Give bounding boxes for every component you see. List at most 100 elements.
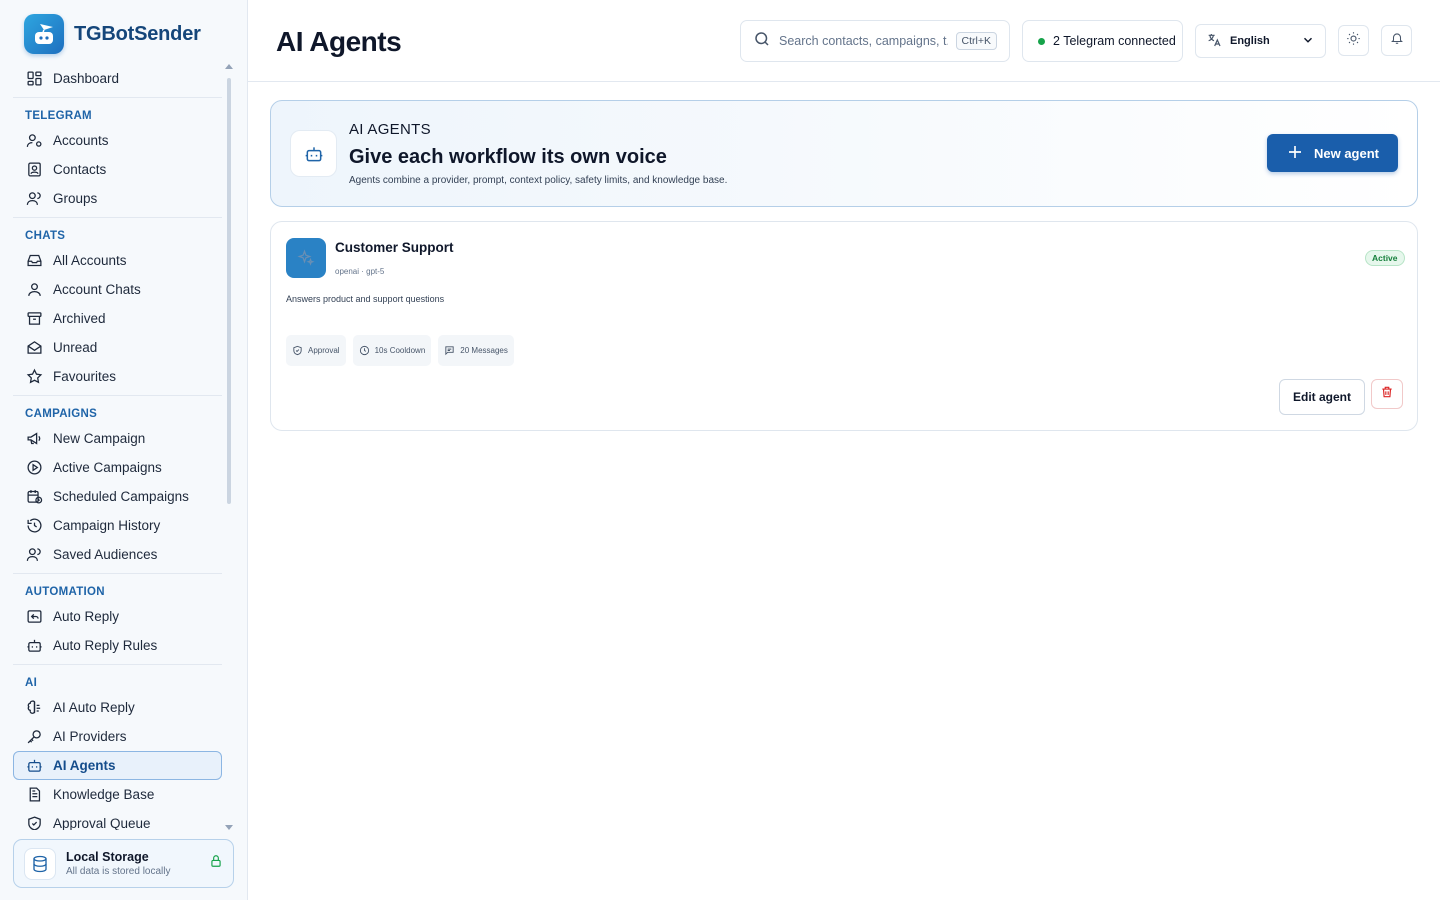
section-automation: AUTOMATION [25,586,105,598]
agent-settings-chips: Approval 10s Cooldown 20 Messages [286,335,514,366]
sidebar-item-dashboard[interactable]: Dashboard [13,64,222,93]
sidebar-item-knowledge-base[interactable]: Knowledge Base [13,780,222,809]
sidebar-item-scheduled-campaigns[interactable]: Scheduled Campaigns [13,482,222,511]
sidebar-item-label: Account Chats [53,282,141,297]
sidebar-item-ai-agents[interactable]: AI Agents [13,751,222,780]
sidebar-item-contacts[interactable]: Contacts [13,155,222,184]
ai-agents-hero: AI AGENTS Give each workflow its own voi… [270,100,1418,207]
contact-book-icon [28,162,41,177]
language-label: English [1230,35,1270,47]
section-campaigns: CAMPAIGNS [25,408,98,420]
section-telegram: TELEGRAM [25,110,92,122]
agent-card: Customer Support openai · gpt-5 Active A… [270,221,1418,431]
chip-label: Approval [308,346,340,355]
storage-subtitle: All data is stored locally [66,866,171,877]
bot-icon [290,130,337,177]
search-input[interactable]: Search contacts, campaigns, t... [779,34,948,48]
sidebar-item-accounts[interactable]: Accounts [13,126,222,155]
cooldown-chip: 10s Cooldown [352,335,432,366]
sidebar-item-groups[interactable]: Groups [13,184,222,213]
sidebar-item-label: Groups [53,191,98,206]
bell-icon [1390,31,1404,50]
sidebar-item-auto-reply[interactable]: Auto Reply [13,602,222,631]
bot-icon [27,639,42,652]
language-select[interactable]: English [1195,24,1326,58]
sidebar-item-label: Favourites [53,369,117,384]
sidebar: TGBotSender Dashboard TELEGRAM Accounts … [0,0,248,900]
theme-toggle-button[interactable] [1338,25,1369,56]
sidebar-item-label: Unread [53,340,98,355]
document-icon [29,787,41,802]
brain-icon [27,700,41,714]
sidebar-item-label: Knowledge Base [53,787,155,802]
sidebar-item-archived[interactable]: Archived [13,304,222,333]
chip-label: 10s Cooldown [374,346,426,355]
sidebar-item-unread[interactable]: Unread [13,333,222,362]
user-icon [28,283,41,296]
sidebar-item-active-campaigns[interactable]: Active Campaigns [13,453,222,482]
sidebar-item-approval-queue[interactable]: Approval Queue [13,809,222,830]
notifications-button[interactable] [1381,25,1412,56]
sidebar-item-auto-reply-rules[interactable]: Auto Reply Rules [13,631,222,660]
sidebar-item-ai-providers[interactable]: AI Providers [13,722,222,751]
calendar-clock-icon [27,490,43,504]
sidebar-item-ai-auto-reply[interactable]: AI Auto Reply [13,693,222,722]
lock-icon [209,854,223,873]
users-icon [26,192,41,205]
messages-chip: 20 Messages [438,335,514,366]
database-icon [24,847,56,880]
hero-subtitle: Agents combine a provider, prompt, conte… [349,175,728,186]
search-icon [753,30,771,53]
search-shortcut-badge: Ctrl+K [955,32,997,50]
new-agent-button[interactable]: New agent [1267,134,1398,172]
sidebar-item-label: Auto Reply [53,609,120,624]
envelope-open-icon [27,341,42,354]
sidebar-item-account-chats[interactable]: Account Chats [13,275,222,304]
sidebar-item-label: All Accounts [53,253,127,268]
chevron-down-icon [1301,33,1315,50]
agent-model: openai · gpt-5 [335,267,385,276]
scroll-up-arrow-icon[interactable] [225,64,233,69]
sidebar-item-label: AI Agents [53,758,116,773]
divider [13,573,222,574]
sidebar-item-favourites[interactable]: Favourites [13,362,222,391]
bot-icon [27,759,42,772]
star-icon [26,368,43,384]
history-icon [27,518,42,533]
status-badge: Active [1365,250,1405,266]
top-header: AI Agents Search contacts, campaigns, t.… [248,0,1440,82]
reply-box-icon [27,610,42,623]
telegram-status-label: 2 Telegram connected [1053,34,1176,48]
message-square-icon [445,346,454,356]
delete-agent-button[interactable] [1371,379,1403,409]
sidebar-item-label: Active Campaigns [53,460,162,475]
play-circle-icon [27,460,42,475]
page-title: AI Agents [276,26,402,57]
divider [13,217,222,218]
chip-label: 20 Messages [460,346,508,355]
sidebar-item-label: Contacts [53,162,107,177]
sidebar-item-all-accounts[interactable]: All Accounts [13,246,222,275]
sidebar-nav: Dashboard TELEGRAM Accounts Contacts Gro… [13,64,222,830]
app-root: TGBotSender Dashboard TELEGRAM Accounts … [0,0,1440,900]
clock-icon [359,345,369,356]
global-search[interactable]: Search contacts, campaigns, t... Ctrl+K [740,20,1010,62]
brand[interactable]: TGBotSender [24,14,201,54]
inbox-icon [27,254,42,267]
sidebar-item-label: AI Providers [53,729,127,744]
sidebar-item-campaign-history[interactable]: Campaign History [13,511,222,540]
sidebar-item-saved-audiences[interactable]: Saved Audiences [13,540,222,569]
edit-agent-button[interactable]: Edit agent [1279,379,1365,415]
section-ai: AI [25,677,38,689]
agent-description: Answers product and support questions [286,294,445,304]
scroll-down-arrow-icon[interactable] [225,825,233,830]
sidebar-item-label: Dashboard [53,71,120,86]
scrollbar-thumb[interactable] [227,78,231,504]
sidebar-item-new-campaign[interactable]: New Campaign [13,424,222,453]
telegram-status[interactable]: 2 Telegram connected [1022,20,1183,62]
storage-text: Local Storage All data is stored locally [66,850,199,877]
sidebar-item-label: Campaign History [53,518,161,533]
hero-eyebrow: AI AGENTS [349,121,431,138]
divider [13,395,222,396]
sidebar-scrollbar[interactable] [225,64,233,830]
